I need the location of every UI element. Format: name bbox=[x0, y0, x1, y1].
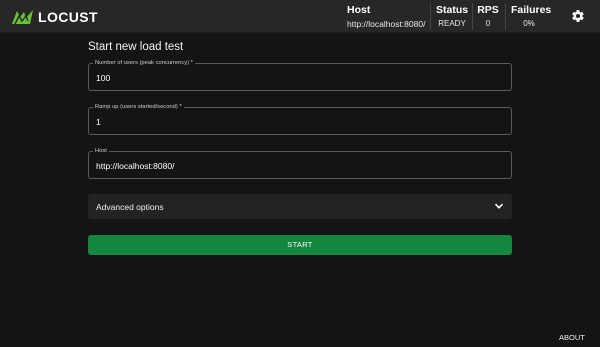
locust-logo: LOCUST bbox=[11, 8, 98, 26]
chevron-down-icon[interactable] bbox=[493, 200, 505, 212]
users-field-value[interactable]: 100 bbox=[96, 72, 110, 84]
host-field-value[interactable]: http://localhost:8080/ bbox=[96, 160, 174, 172]
app-name: LOCUST bbox=[38, 9, 98, 25]
host-field[interactable]: Host http://localhost:8080/ bbox=[88, 146, 512, 179]
users-field[interactable]: Number of users (peak concurrency) * 100 bbox=[88, 58, 512, 91]
rps-value: 0 bbox=[485, 19, 491, 28]
host-stat: Host http://localhost:8080/ bbox=[347, 4, 425, 30]
rps-stat: RPS 0 bbox=[477, 4, 499, 30]
users-field-label: Number of users (peak concurrency) * bbox=[93, 58, 195, 68]
gear-icon[interactable] bbox=[571, 9, 585, 23]
about-link[interactable]: ABOUT bbox=[559, 333, 585, 343]
header-divider bbox=[505, 3, 506, 30]
failures-stat: Failures 0% bbox=[511, 4, 552, 30]
status-label: Status bbox=[436, 4, 469, 16]
advanced-options-label: Advanced options bbox=[96, 202, 164, 212]
locust-logo-icon bbox=[12, 10, 33, 25]
top-bar: LOCUST Host http://localhost:8080/ Statu… bbox=[0, 0, 600, 33]
host-label: Host bbox=[347, 4, 371, 16]
ramp-up-field[interactable]: Ramp up (users started/second) * 1 bbox=[88, 102, 512, 135]
host-value: http://localhost:8080/ bbox=[347, 19, 426, 29]
failures-label: Failures bbox=[511, 4, 552, 16]
form-title: Start new load test bbox=[88, 41, 184, 53]
failures-value: 0% bbox=[523, 19, 535, 28]
header-divider bbox=[430, 3, 431, 30]
status-stat: Status READY bbox=[436, 4, 468, 30]
start-button[interactable]: START bbox=[88, 235, 512, 255]
ramp-up-field-value[interactable]: 1 bbox=[96, 116, 101, 128]
ramp-up-field-label: Ramp up (users started/second) * bbox=[93, 102, 184, 112]
status-value: READY bbox=[438, 19, 466, 28]
host-field-label: Host bbox=[93, 146, 109, 156]
header-divider bbox=[472, 3, 473, 30]
advanced-options-accordion[interactable]: Advanced options bbox=[88, 194, 512, 219]
rps-label: RPS bbox=[477, 4, 499, 16]
